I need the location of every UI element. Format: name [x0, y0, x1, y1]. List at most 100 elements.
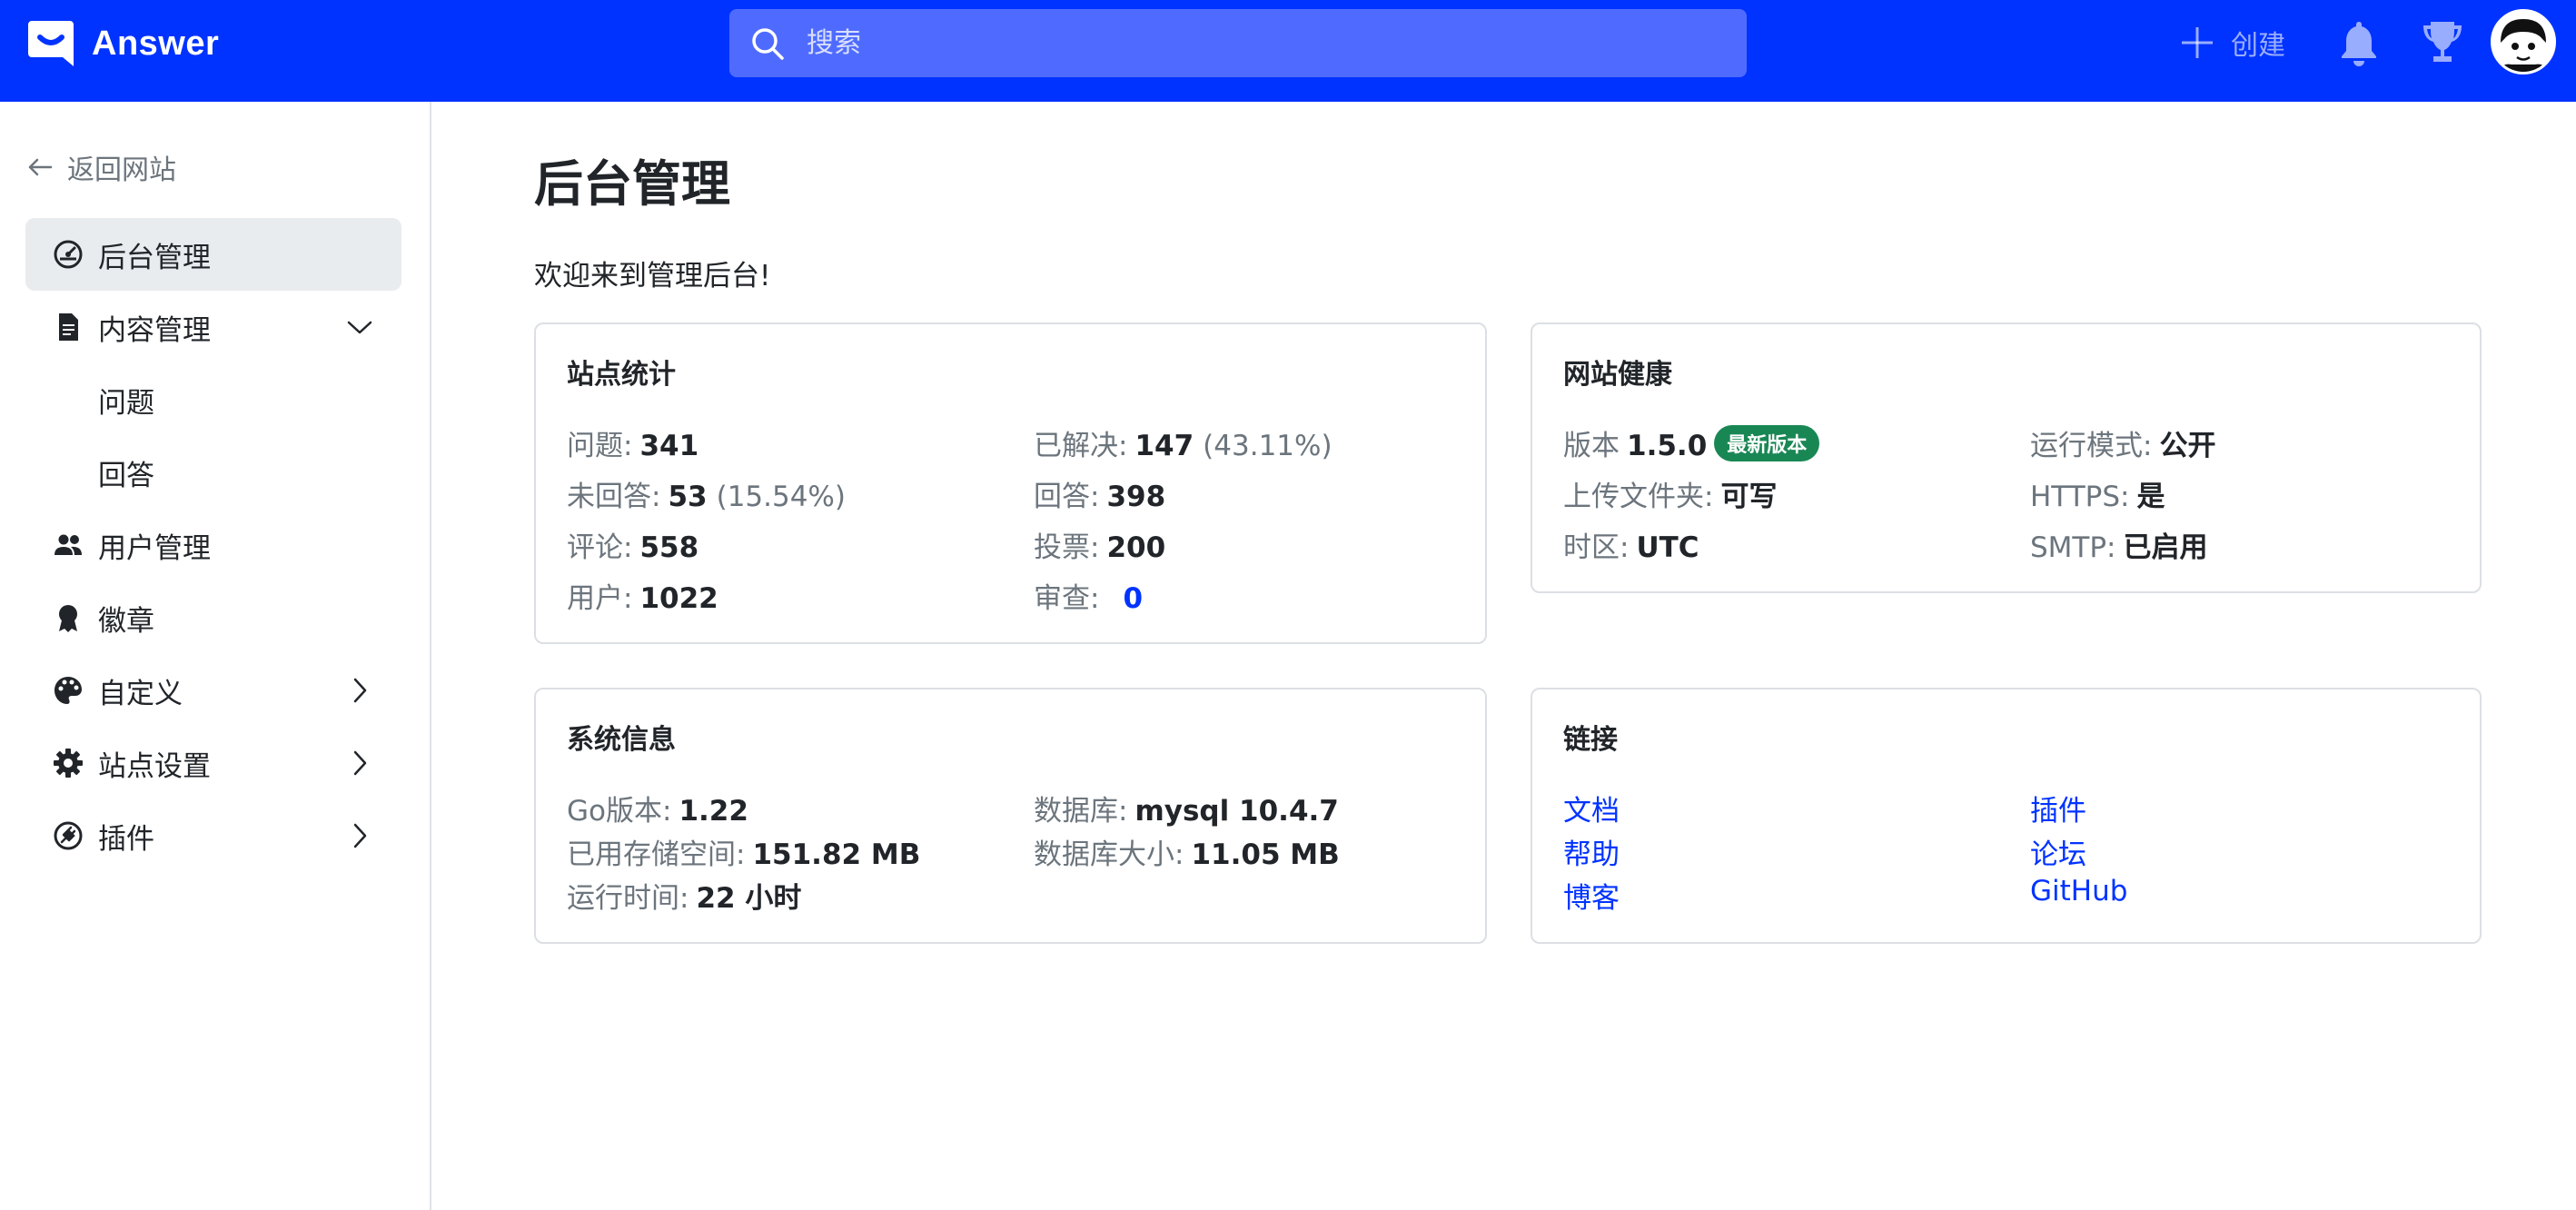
stat-label: 回答: — [1034, 481, 1100, 513]
sidebar-item-plugins[interactable]: 插件 — [25, 799, 401, 872]
system-label: 运行时间: — [567, 882, 689, 915]
system-database: 数据库: mysql 10.4.7 — [1034, 788, 1339, 828]
award-icon — [59, 605, 77, 632]
brand[interactable]: Answer — [25, 16, 219, 71]
stat-value: 147 — [1134, 430, 1194, 462]
links-card: 链接 文档 帮助 博客 插件 论坛 GitHub — [1531, 688, 2482, 944]
health-value: 1.5.0 — [1627, 430, 1708, 462]
chevron-right-icon — [353, 823, 367, 848]
stat-label: 审查: — [1034, 582, 1100, 615]
help-link[interactable]: 帮助 — [1563, 831, 1620, 872]
back-to-site-link[interactable]: 返回网站 — [25, 147, 176, 187]
system-value: 151.82 MB — [752, 838, 921, 871]
file-text-icon — [59, 313, 78, 341]
system-value: mysql 10.4.7 — [1134, 795, 1339, 828]
health-label: SMTP: — [2030, 531, 2116, 564]
health-label: 上传文件夹: — [1563, 481, 1714, 513]
user-avatar[interactable] — [2491, 9, 2556, 74]
sidebar-subitem-answers[interactable]: 回答 — [98, 445, 154, 500]
system-value: 22 小时 — [696, 882, 802, 915]
stat-value: 558 — [639, 531, 699, 564]
stat-votes: 投票: 200 — [1034, 524, 1165, 565]
blog-link[interactable]: 博客 — [1563, 875, 1620, 916]
health-smtp: SMTP: 已启用 — [2030, 524, 2208, 565]
stat-unanswered: 未回答: 53 (15.54%) — [567, 473, 846, 514]
sidebar-item-label: 自定义 — [98, 677, 183, 710]
health-version: 版本 1.5.0 最新版本 — [1563, 422, 1820, 463]
chevron-down-icon — [347, 321, 372, 334]
system-uptime: 运行时间: 22 小时 — [567, 875, 801, 916]
sidebar-item-customize[interactable]: 自定义 — [25, 654, 401, 727]
sidebar-subitem-questions[interactable]: 问题 — [98, 372, 154, 427]
card-title: 链接 — [1563, 724, 1618, 756]
latest-version-badge: 最新版本 — [1714, 424, 1820, 461]
answer-logo-icon — [28, 21, 74, 66]
stat-answers: 回答: 398 — [1034, 473, 1165, 514]
stat-label: 评论: — [567, 531, 633, 564]
card-title: 站点统计 — [567, 359, 676, 391]
search-icon — [752, 28, 784, 60]
search-bar[interactable] — [729, 9, 1747, 77]
health-timezone: 时区: UTC — [1563, 524, 1699, 565]
chevron-right-icon — [353, 678, 367, 703]
search-input[interactable] — [807, 9, 1715, 77]
card-title: 系统信息 — [567, 724, 676, 756]
health-label: 运行模式: — [2030, 430, 2153, 462]
trophy-icon[interactable] — [2420, 18, 2465, 67]
stat-label: 已解决: — [1034, 430, 1128, 462]
system-label: 已用存储空间: — [567, 838, 746, 871]
docs-link[interactable]: 文档 — [1563, 788, 1620, 828]
health-label: 时区: — [1563, 531, 1630, 564]
forum-link[interactable]: 论坛 — [2030, 831, 2086, 872]
sidebar-item-label: 徽章 — [98, 604, 154, 638]
speedometer-icon — [54, 240, 83, 269]
create-label: 创建 — [2231, 30, 2285, 62]
sidebar-item-content[interactable]: 内容管理 — [25, 291, 401, 363]
stat-label: 问题: — [567, 430, 633, 462]
health-upload: 上传文件夹: 可写 — [1563, 473, 1777, 514]
stat-review[interactable]: 审查: 0 — [1034, 575, 1143, 616]
system-value: 11.05 MB — [1191, 838, 1340, 871]
review-count-link[interactable]: 0 — [1123, 582, 1143, 615]
sidebar-item-badges[interactable]: 徽章 — [25, 581, 401, 654]
brand-name: Answer — [92, 24, 220, 63]
sidebar-item-label: 站点设置 — [98, 749, 211, 783]
health-value: UTC — [1636, 531, 1699, 564]
top-navbar: Answer 创建 — [0, 0, 2576, 102]
page-title: 后台管理 — [534, 155, 730, 213]
back-to-site-label: 返回网站 — [67, 154, 176, 186]
health-mode: 运行模式: 公开 — [2030, 422, 2215, 463]
chevron-right-icon — [353, 750, 367, 776]
system-go-version: Go版本: 1.22 — [567, 788, 748, 828]
stat-label: 未回答: — [567, 481, 661, 513]
system-label: 数据库大小: — [1034, 838, 1184, 871]
gear-icon — [54, 749, 83, 778]
stat-value: 341 — [639, 430, 699, 462]
stat-resolved: 已解决: 147 (43.11%) — [1034, 422, 1333, 463]
stat-label: 投票: — [1034, 531, 1100, 564]
stat-users: 用户: 1022 — [567, 575, 718, 616]
github-link[interactable]: GitHub — [2030, 875, 2127, 908]
health-value: 已启用 — [2123, 531, 2208, 564]
welcome-message: 欢迎来到管理后台! — [534, 260, 771, 293]
site-stats-card: 站点统计 问题: 341 已解决: 147 (43.11%) 未回答: 53 (… — [534, 322, 1487, 644]
system-info-card: 系统信息 Go版本: 1.22 数据库: mysql 10.4.7 已用存储空间… — [534, 688, 1487, 944]
health-label: 版本 — [1563, 430, 1620, 462]
bell-icon[interactable] — [2336, 18, 2382, 67]
sidebar-item-site-settings[interactable]: 站点设置 — [25, 727, 401, 799]
sidebar-item-users[interactable]: 用户管理 — [25, 509, 401, 581]
plugins-link[interactable]: 插件 — [2030, 788, 2086, 828]
people-icon — [54, 534, 82, 555]
avatar-image — [2493, 12, 2553, 72]
system-value: 1.22 — [679, 795, 748, 828]
stat-questions: 问题: 341 — [567, 422, 698, 463]
system-label: Go版本: — [567, 795, 672, 828]
create-button[interactable]: 创建 — [2178, 20, 2285, 65]
sidebar-item-dashboard[interactable]: 后台管理 — [25, 218, 401, 291]
stat-value: 398 — [1106, 481, 1166, 513]
health-value: 公开 — [2159, 430, 2216, 462]
sidebar-item-label: 插件 — [98, 822, 154, 856]
stat-comments: 评论: 558 — [567, 524, 698, 565]
admin-sidebar: 返回网站 后台管理 内容管理 问题 回答 用户管理 徽章 自定义 站点设置 插件 — [0, 102, 431, 1210]
palette-icon — [54, 677, 82, 704]
